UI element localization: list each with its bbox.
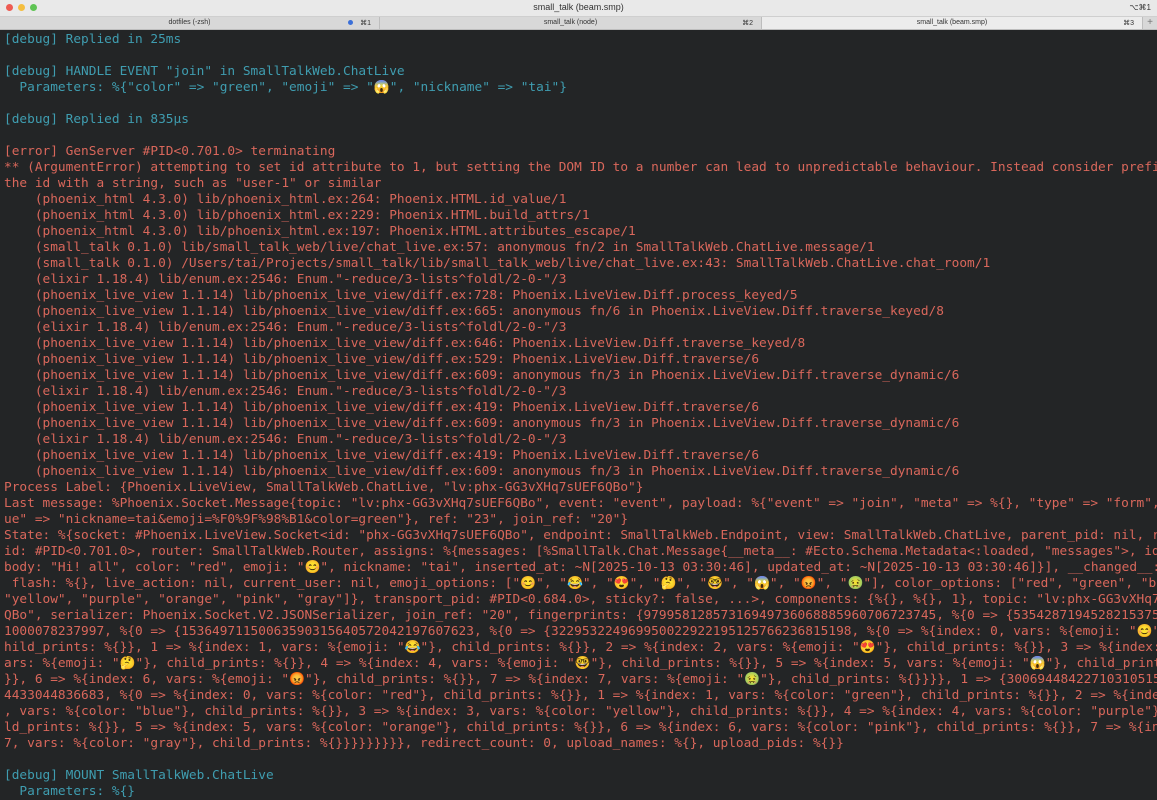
tab-label: small_talk (node) bbox=[543, 19, 598, 26]
terminal-line: (phoenix_live_view 1.1.14) lib/phoenix_l… bbox=[4, 352, 760, 367]
terminal-line: (elixir 1.18.4) lib/enum.ex:2546: Enum."… bbox=[4, 272, 567, 287]
terminal-line: ** (ArgumentError) attempting to set id … bbox=[4, 160, 1157, 175]
terminal-line: flash: %{}, live_action: nil, current_us… bbox=[4, 576, 1157, 591]
tab-shortcut: ⌘2 bbox=[742, 20, 753, 27]
terminal-line: "yellow", "purple", "orange", "pink", "g… bbox=[4, 592, 1157, 607]
terminal-line: (phoenix_live_view 1.1.14) lib/phoenix_l… bbox=[4, 336, 806, 351]
tab-small-talk-beam[interactable]: small_talk (beam.smp) ⌘3 bbox=[762, 17, 1143, 29]
terminal-line: body: "Hi! all", color: "red", emoji: "😊… bbox=[4, 560, 1157, 575]
new-tab-button[interactable]: + bbox=[1143, 17, 1157, 29]
terminal-line: ld_prints: %{}}, 5 => %{index: 5, vars: … bbox=[4, 720, 1157, 735]
window-title: small_talk (beam.smp) bbox=[533, 2, 624, 12]
terminal-line: Parameters: %{"color" => "green", "emoji… bbox=[4, 80, 567, 95]
terminal-line: QBo", serializer: Phoenix.Socket.V2.JSON… bbox=[4, 608, 1157, 623]
terminal-line: (phoenix_live_view 1.1.14) lib/phoenix_l… bbox=[4, 448, 760, 463]
terminal-line: [debug] MOUNT SmallTalkWeb.ChatLive bbox=[4, 768, 274, 783]
terminal-line: }}, 6 => %{index: 6, vars: %{emoji: "😡"}… bbox=[4, 672, 1157, 687]
terminal-line: Process Label: {Phoenix.LiveView, SmallT… bbox=[4, 480, 644, 495]
terminal-line: (phoenix_html 4.3.0) lib/phoenix_html.ex… bbox=[4, 208, 590, 223]
terminal-line: (small_talk 0.1.0) lib/small_talk_web/li… bbox=[4, 240, 875, 255]
terminal-line: Parameters: %{} bbox=[4, 784, 135, 799]
terminal-line: [debug] Replied in 25ms bbox=[4, 32, 182, 47]
terminal-line: (phoenix_live_view 1.1.14) lib/phoenix_l… bbox=[4, 464, 960, 479]
terminal-line: (phoenix_live_view 1.1.14) lib/phoenix_l… bbox=[4, 416, 960, 431]
tab-small-talk-node[interactable]: small_talk (node) ⌘2 bbox=[380, 17, 762, 29]
tab-label: dotfiles (-zsh) bbox=[168, 19, 211, 26]
terminal-line: (elixir 1.18.4) lib/enum.ex:2546: Enum."… bbox=[4, 432, 567, 447]
terminal-line: State: %{socket: #Phoenix.LiveView.Socke… bbox=[4, 528, 1157, 543]
terminal-line: ue" => "nickname=tai&emoji=%F0%9F%98%B1&… bbox=[4, 512, 629, 527]
terminal-line: id: #PID<0.701.0>, router: SmallTalkWeb.… bbox=[4, 544, 1157, 559]
terminal-output[interactable]: [debug] Replied in 25ms [debug] HANDLE EV… bbox=[0, 30, 1157, 800]
window-titlebar[interactable]: small_talk (beam.smp) ⌥⌘1 bbox=[0, 0, 1157, 17]
terminal-line: 4433044836683, %{0 => %{index: 0, vars: … bbox=[4, 688, 1157, 703]
tab-shortcut: ⌘1 bbox=[360, 20, 371, 27]
terminal-line: 1000078237997, %{0 => {15364971150063590… bbox=[4, 624, 1157, 639]
window-shortcut: ⌥⌘1 bbox=[1129, 3, 1151, 12]
terminal-line: , vars: %{color: "blue"}, child_prints: … bbox=[4, 704, 1157, 719]
tab-label: small_talk (beam.smp) bbox=[916, 19, 988, 26]
terminal-line: (phoenix_live_view 1.1.14) lib/phoenix_l… bbox=[4, 288, 798, 303]
terminal-line: 7, vars: %{color: "gray"}, child_prints:… bbox=[4, 736, 844, 751]
terminal-line: (phoenix_html 4.3.0) lib/phoenix_html.ex… bbox=[4, 224, 636, 239]
tab-shortcut: ⌘3 bbox=[1123, 20, 1134, 27]
terminal-line: [debug] Replied in 835µs bbox=[4, 112, 189, 127]
terminal-line: [debug] HANDLE EVENT "join" in SmallTalk… bbox=[4, 64, 405, 79]
terminal-line: (phoenix_live_view 1.1.14) lib/phoenix_l… bbox=[4, 400, 760, 415]
terminal-line: (elixir 1.18.4) lib/enum.ex:2546: Enum."… bbox=[4, 384, 567, 399]
terminal-line: the id with a string, such as "user-1" o… bbox=[4, 176, 382, 191]
tab-dotfiles[interactable]: dotfiles (-zsh) ⌘1 bbox=[0, 17, 380, 29]
terminal-line: Last message: %Phoenix.Socket.Message{to… bbox=[4, 496, 1157, 511]
activity-dot-icon bbox=[348, 20, 353, 25]
terminal-line: (elixir 1.18.4) lib/enum.ex:2546: Enum."… bbox=[4, 320, 567, 335]
tab-bar: dotfiles (-zsh) ⌘1 small_talk (node) ⌘2 … bbox=[0, 17, 1157, 30]
terminal-line: (phoenix_live_view 1.1.14) lib/phoenix_l… bbox=[4, 368, 960, 383]
terminal-line: ars: %{emoji: "🤔"}, child_prints: %{}}, … bbox=[4, 656, 1157, 671]
terminal-line: [error] GenServer #PID<0.701.0> terminat… bbox=[4, 144, 336, 159]
terminal-line: (phoenix_html 4.3.0) lib/phoenix_html.ex… bbox=[4, 192, 567, 207]
terminal-line: hild_prints: %{}}, 1 => %{index: 1, vars… bbox=[4, 640, 1157, 655]
terminal-line: (phoenix_live_view 1.1.14) lib/phoenix_l… bbox=[4, 304, 944, 319]
terminal-line: (small_talk 0.1.0) /Users/tai/Projects/s… bbox=[4, 256, 991, 271]
